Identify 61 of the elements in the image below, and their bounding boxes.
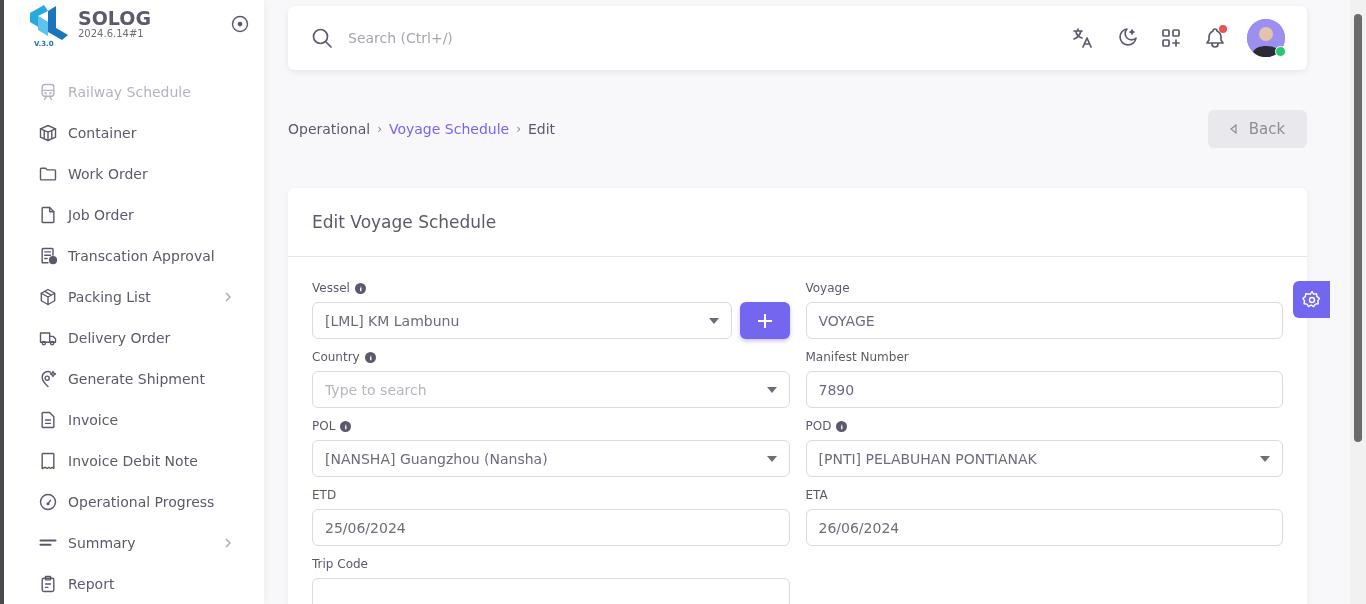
radio-toggle-icon — [230, 13, 250, 34]
field-label: Manifest Number — [805, 350, 909, 364]
sidebar-item[interactable]: Packing List — [4, 276, 264, 317]
sidebar-item[interactable]: Invoice — [4, 399, 264, 440]
sidebar-item[interactable]: Invoice Debit Note — [4, 440, 264, 481]
plus-icon — [755, 311, 774, 330]
dropdown-caret-icon — [766, 455, 777, 462]
box-icon — [38, 122, 58, 143]
field-label: Voyage — [805, 281, 850, 295]
caret-left-icon — [1229, 124, 1237, 134]
field-label: Trip Code — [312, 557, 368, 571]
field-label: POD — [805, 419, 832, 433]
breadcrumb-item: Edit — [527, 121, 556, 137]
input-field[interactable]: VOYAGE — [805, 302, 1283, 339]
field-label: Vessel — [312, 281, 350, 295]
settings-button[interactable] — [1293, 281, 1330, 318]
scrollbar[interactable] — [1350, 0, 1366, 604]
add-button[interactable] — [739, 302, 790, 339]
clipboard-icon — [38, 573, 58, 594]
select-field[interactable]: [LML] KM Lambunu — [312, 302, 732, 339]
field-label: Country — [312, 350, 360, 364]
input-field[interactable]: 25/06/2024 — [312, 509, 790, 546]
file-check-icon — [38, 245, 58, 266]
sidebar-item[interactable]: Operational Progress — [4, 481, 264, 522]
sidebar-item[interactable]: Container — [4, 112, 264, 153]
input-field[interactable] — [312, 578, 790, 604]
input-field[interactable]: 26/06/2024 — [805, 509, 1283, 546]
map-pin-icon — [38, 368, 58, 389]
package-icon — [38, 286, 58, 307]
sidebar-item[interactable]: Report — [4, 563, 264, 604]
card-title: Edit Voyage Schedule — [288, 188, 1307, 257]
breadcrumb-separator: › — [516, 122, 521, 136]
search-icon — [310, 26, 334, 50]
sidebar-item[interactable]: Generate Shipment — [4, 358, 264, 399]
breadcrumb-separator: › — [377, 122, 382, 136]
app-name: SOLOG — [78, 8, 152, 28]
dropdown-caret-icon — [766, 386, 777, 393]
field-label: ETA — [805, 488, 828, 502]
sidebar-item[interactable]: Summary — [4, 522, 264, 563]
sidebar-item[interactable]: Transcation Approval — [4, 235, 264, 276]
sidebar-item[interactable]: Job Order — [4, 194, 264, 235]
dropdown-caret-icon — [708, 317, 719, 324]
receipt-icon — [38, 450, 58, 471]
app-version: 2024.6.14#1 — [78, 28, 145, 39]
dropdown-caret-icon — [1260, 455, 1270, 462]
breadcrumb-item: Operational — [288, 121, 371, 137]
avatar[interactable] — [1247, 19, 1285, 57]
sidebar-item[interactable]: Delivery Order — [4, 317, 264, 358]
gauge-icon — [38, 491, 58, 512]
field-label: ETD — [312, 488, 337, 502]
select-field[interactable]: [NANSHA] Guangzhou (Nansha) — [312, 440, 790, 477]
field-label: POL — [312, 419, 336, 433]
train-icon — [38, 81, 58, 102]
sidebar-item[interactable]: Work Order — [4, 153, 264, 194]
select-field[interactable]: [PNTI] PELABUHAN PONTIANAK — [805, 440, 1283, 477]
file-icon — [38, 204, 58, 225]
search-input[interactable]: Search (Ctrl+/) — [346, 29, 1051, 47]
breadcrumb-link[interactable]: Voyage Schedule — [388, 121, 510, 137]
file-text-icon — [38, 409, 58, 430]
settings-icon — [1301, 289, 1322, 310]
input-field[interactable]: 7890 — [805, 371, 1283, 408]
